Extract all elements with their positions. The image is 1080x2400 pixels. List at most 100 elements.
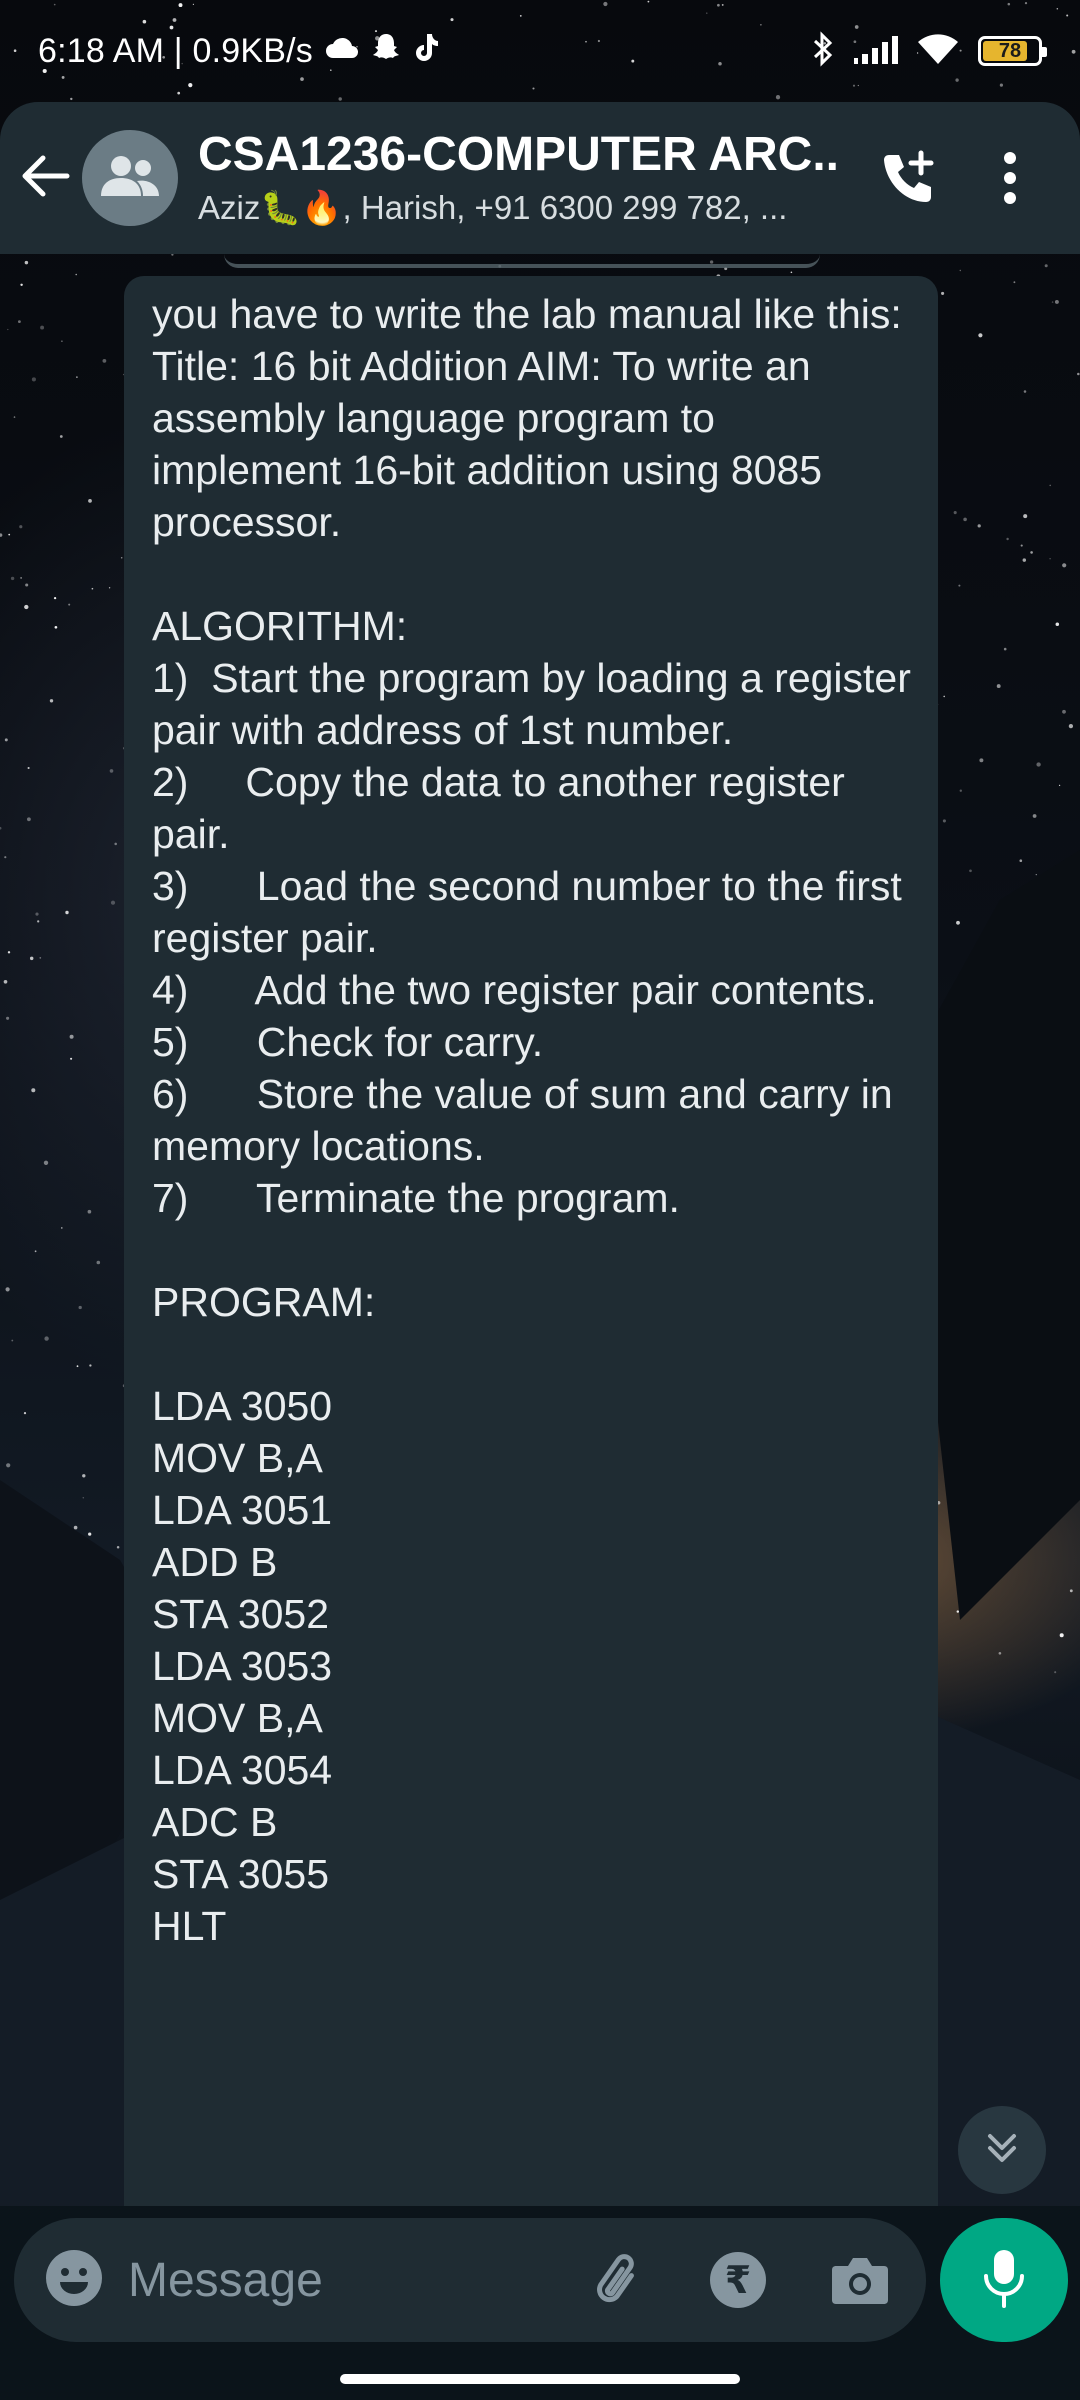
star <box>1006 537 1009 541</box>
more-options-button[interactable] <box>980 140 1040 220</box>
star <box>1058 784 1061 787</box>
star <box>31 377 36 382</box>
star <box>23 1412 27 1415</box>
star <box>1051 301 1054 303</box>
star <box>75 273 77 276</box>
star <box>943 695 945 698</box>
message-input[interactable] <box>128 2240 548 2320</box>
star <box>35 912 39 916</box>
star <box>78 1305 82 1310</box>
emoji-button[interactable] <box>42 2248 106 2312</box>
more-vert-icon <box>1003 151 1017 210</box>
star <box>102 359 107 363</box>
star <box>978 333 983 338</box>
attach-icon <box>586 2248 650 2317</box>
network-speed: 0.9KB/s <box>192 31 313 70</box>
star <box>65 910 69 915</box>
star <box>44 1336 49 1341</box>
chat-title-block[interactable]: CSA1236-COMPUTER ARC... Aziz🐛🔥, Harish, … <box>198 126 838 230</box>
star <box>13 416 16 418</box>
battery-level: 78 <box>998 39 1022 62</box>
scroll-down-icon <box>982 2128 1022 2173</box>
star <box>1062 563 1067 568</box>
payment-button[interactable]: ₹ <box>710 2252 766 2308</box>
star <box>29 956 34 961</box>
star <box>1062 709 1066 714</box>
star <box>1059 1633 1064 1638</box>
group-avatar[interactable] <box>82 130 178 226</box>
star <box>1055 622 1060 627</box>
star <box>941 291 945 295</box>
star <box>34 1250 37 1253</box>
star <box>7 328 9 331</box>
wifi-icon <box>916 32 960 71</box>
star <box>110 900 116 905</box>
star <box>88 1532 92 1536</box>
star <box>116 1545 120 1549</box>
star <box>59 435 63 438</box>
chat-members: Aziz🐛🔥, Harish, +91 6300 299 782, ... <box>198 189 788 226</box>
star <box>1049 558 1051 560</box>
star <box>26 817 31 822</box>
star <box>1030 551 1033 554</box>
star <box>0 533 3 537</box>
star <box>1035 873 1037 876</box>
star <box>6 1016 10 1020</box>
star <box>91 587 94 590</box>
star <box>1044 264 1048 268</box>
star <box>96 1260 101 1265</box>
battery-tip <box>1042 47 1047 57</box>
star <box>1020 544 1023 547</box>
star <box>120 557 123 559</box>
star <box>89 1364 92 1367</box>
group-avatar-icon <box>97 154 163 203</box>
star <box>7 951 11 954</box>
star <box>5 1287 10 1292</box>
bluetooth-icon <box>812 30 834 72</box>
star <box>40 325 45 330</box>
star <box>1069 1589 1073 1593</box>
star <box>1054 1671 1057 1674</box>
star <box>4 856 7 859</box>
star <box>27 766 30 770</box>
home-indicator[interactable] <box>340 2374 740 2384</box>
star <box>1022 558 1027 562</box>
camera-button[interactable] <box>824 2246 896 2318</box>
battery-icon: 78 <box>978 36 1047 66</box>
star <box>1049 484 1051 487</box>
star <box>969 869 972 873</box>
scroll-down-button[interactable] <box>958 2106 1046 2194</box>
chat-header: CSA1236-COMPUTER ARC... Aziz🐛🔥, Harish, … <box>0 102 1080 254</box>
star <box>114 842 117 846</box>
star <box>1068 723 1074 729</box>
status-bar: 6:18 AM | 0.9KB/s 78 <box>0 0 1080 102</box>
star <box>963 517 967 522</box>
cloud-icon <box>325 34 359 68</box>
voice-message-button[interactable] <box>940 2218 1068 2342</box>
mic-icon <box>982 2248 1026 2313</box>
star <box>958 584 961 587</box>
add-call-button[interactable] <box>870 140 950 220</box>
chat-title: CSA1236-COMPUTER ARC... <box>198 128 838 181</box>
star <box>43 1160 49 1165</box>
attach-button[interactable] <box>582 2246 654 2318</box>
star <box>1032 814 1037 818</box>
message-bubble[interactable]: you have to write the lab manual like th… <box>124 276 938 2206</box>
status-left: 6:18 AM | 0.9KB/s <box>38 32 439 71</box>
star <box>76 1365 79 1368</box>
star <box>53 596 57 600</box>
star <box>39 957 42 959</box>
snapchat-icon <box>371 32 401 70</box>
star <box>19 525 23 529</box>
camera-icon <box>830 2254 890 2311</box>
star <box>1054 299 1059 304</box>
add-call-icon <box>881 149 939 212</box>
star <box>54 625 58 629</box>
star <box>10 576 15 581</box>
back-button[interactable] <box>6 128 86 228</box>
star <box>18 320 21 323</box>
status-time: 6:18 AM <box>38 31 165 70</box>
star <box>108 587 111 589</box>
star <box>959 269 962 272</box>
star <box>24 260 29 265</box>
